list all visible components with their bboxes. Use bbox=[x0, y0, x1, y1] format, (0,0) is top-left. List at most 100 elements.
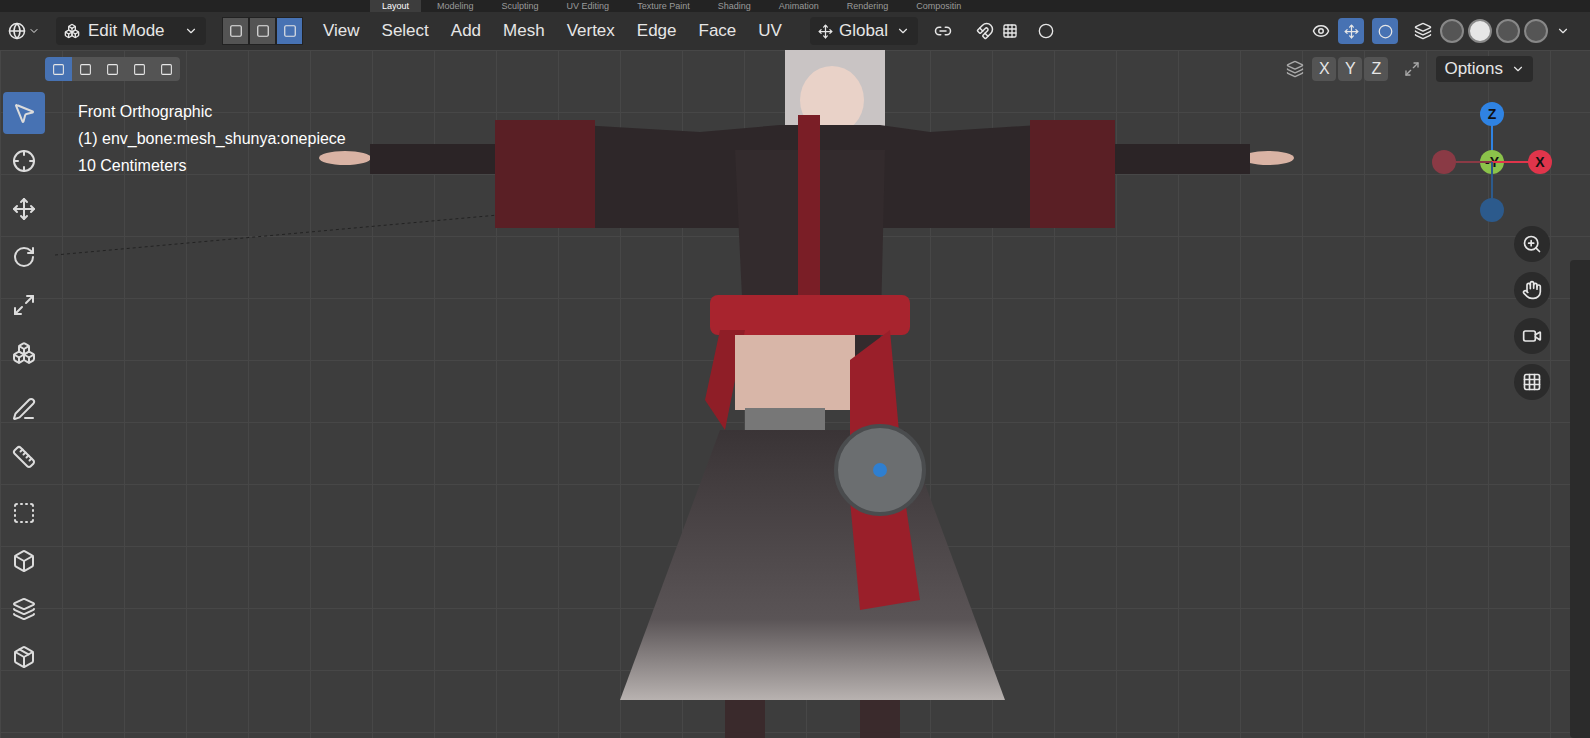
extrude-icon bbox=[12, 549, 36, 573]
nav-icon bbox=[1522, 280, 1542, 300]
nav-button[interactable] bbox=[1514, 226, 1550, 262]
nav-button[interactable] bbox=[1514, 364, 1550, 400]
select-mode-group bbox=[222, 17, 303, 45]
nav-icon bbox=[1522, 234, 1542, 254]
nav-button[interactable] bbox=[1514, 318, 1550, 354]
topology-icon[interactable] bbox=[1404, 61, 1420, 77]
workspace-tab[interactable]: Layout bbox=[370, 0, 421, 12]
tool-button[interactable] bbox=[3, 92, 45, 134]
workspace-tab[interactable]: Modeling bbox=[425, 0, 486, 12]
workspace-tab[interactable]: Animation bbox=[767, 0, 831, 12]
snap-icon[interactable] bbox=[976, 22, 994, 40]
add-cube-icon bbox=[12, 501, 36, 525]
tool-button[interactable] bbox=[3, 388, 45, 430]
mirror-axis-button[interactable]: Y bbox=[1338, 57, 1362, 81]
cursor-icon bbox=[12, 149, 36, 173]
scale-icon bbox=[12, 293, 36, 317]
menu-item[interactable]: Edge bbox=[637, 18, 677, 44]
mirror-axis-button[interactable]: X bbox=[1312, 57, 1336, 81]
tool-button[interactable] bbox=[3, 284, 45, 326]
view-name: Front Orthographic bbox=[78, 98, 346, 125]
tool-button[interactable] bbox=[3, 236, 45, 278]
menu-bar: View Select Add Mesh Vertex Edge Face UV bbox=[323, 18, 782, 44]
workspace-tab[interactable]: Sculpting bbox=[490, 0, 551, 12]
menu-item[interactable]: Vertex bbox=[567, 18, 615, 44]
menu-item[interactable]: Face bbox=[699, 18, 737, 44]
snap-target-icon[interactable] bbox=[1002, 23, 1018, 39]
tool-button[interactable] bbox=[3, 140, 45, 182]
sidebar-strip bbox=[1570, 260, 1590, 738]
shading-button[interactable] bbox=[1496, 19, 1520, 43]
annotate-icon bbox=[12, 397, 36, 421]
grid-scale: 10 Centimeters bbox=[78, 152, 346, 179]
tool-button[interactable] bbox=[3, 332, 45, 374]
workspace-tab[interactable]: Compositin bbox=[904, 0, 973, 12]
pivot-icon[interactable] bbox=[934, 22, 952, 40]
shading-button[interactable] bbox=[1440, 19, 1464, 43]
editor-type-button[interactable] bbox=[8, 22, 48, 40]
overlay-toggle[interactable] bbox=[1372, 18, 1398, 44]
toolbar bbox=[0, 88, 48, 678]
tool-button[interactable] bbox=[3, 636, 45, 678]
navigation-buttons bbox=[1514, 226, 1550, 400]
proportional-icon[interactable] bbox=[1038, 23, 1054, 39]
box-mode-button[interactable] bbox=[126, 57, 153, 81]
menu-item[interactable]: UV bbox=[758, 18, 782, 44]
measure-icon bbox=[12, 445, 36, 469]
box-mode-icon bbox=[106, 63, 119, 76]
viewport[interactable]: XYZOptionsFront Orthographic(1) env_bone… bbox=[0, 50, 1590, 738]
move-icon bbox=[12, 197, 36, 221]
shading-group bbox=[1440, 19, 1548, 43]
workspace-tab[interactable]: Rendering bbox=[835, 0, 901, 12]
menu-item[interactable]: Select bbox=[382, 18, 429, 44]
object-name: (1) env_bone:mesh_shunya:onepiece bbox=[78, 125, 346, 152]
xray-icon[interactable] bbox=[1414, 22, 1432, 40]
viewport-info: Front Orthographic(1) env_bone:mesh_shun… bbox=[48, 88, 346, 678]
select-mode-button[interactable] bbox=[276, 17, 303, 45]
menu-item[interactable]: View bbox=[323, 18, 360, 44]
tool-button[interactable] bbox=[3, 492, 45, 534]
options-dropdown[interactable]: Options bbox=[1436, 56, 1533, 82]
box-mode-button[interactable] bbox=[45, 57, 72, 81]
box-mode-button[interactable] bbox=[153, 57, 180, 81]
tool-button[interactable] bbox=[3, 436, 45, 478]
select-mode-button[interactable] bbox=[222, 17, 249, 45]
tool-button[interactable] bbox=[3, 188, 45, 230]
mirror-icon bbox=[1286, 60, 1304, 78]
orientation-icon bbox=[818, 24, 833, 39]
mode-dropdown[interactable]: Edit Mode bbox=[56, 17, 206, 45]
box-mode-icon bbox=[160, 63, 173, 76]
tool-button[interactable] bbox=[3, 588, 45, 630]
box-mode-button[interactable] bbox=[99, 57, 126, 81]
tool-button[interactable] bbox=[3, 540, 45, 582]
character-model bbox=[0, 50, 1590, 738]
box-mode-icon bbox=[133, 63, 146, 76]
select-mode-button[interactable] bbox=[249, 17, 276, 45]
mirror-axes: XYZ bbox=[1312, 57, 1388, 81]
menu-item[interactable]: Add bbox=[451, 18, 481, 44]
menu-item[interactable]: Mesh bbox=[503, 18, 545, 44]
select-box-icon bbox=[12, 101, 36, 125]
select-mode-icon bbox=[229, 24, 243, 38]
mirror-axis-button[interactable]: Z bbox=[1364, 57, 1388, 81]
gizmo-toggle[interactable] bbox=[1338, 18, 1364, 44]
navigation-gizmo[interactable]: Z-YX bbox=[0, 50, 1590, 250]
workspace-tab[interactable]: Shading bbox=[706, 0, 763, 12]
nav-button[interactable] bbox=[1514, 272, 1550, 308]
workspace-tab[interactable]: UV Editing bbox=[555, 0, 622, 12]
svg-text:X: X bbox=[1535, 154, 1545, 170]
nav-icon bbox=[1522, 326, 1542, 346]
shading-button[interactable] bbox=[1468, 19, 1492, 43]
workspace-tab[interactable]: Texture Paint bbox=[625, 0, 702, 12]
orientation-dropdown[interactable]: Global bbox=[810, 17, 918, 45]
box-mode-group bbox=[45, 57, 180, 81]
mode-icon bbox=[64, 23, 80, 39]
box-mode-button[interactable] bbox=[72, 57, 99, 81]
select-mode-icon bbox=[283, 24, 297, 38]
transform-icon bbox=[12, 341, 36, 365]
box-mode-icon bbox=[79, 63, 92, 76]
shading-button[interactable] bbox=[1524, 19, 1548, 43]
workspace-tabs: Layout Modeling Sculpting UV EditingTexture… bbox=[0, 0, 1590, 12]
visibility-icon[interactable] bbox=[1312, 22, 1330, 40]
blender-window: Layout Modeling Sculpting UV EditingTexture… bbox=[0, 0, 1590, 738]
